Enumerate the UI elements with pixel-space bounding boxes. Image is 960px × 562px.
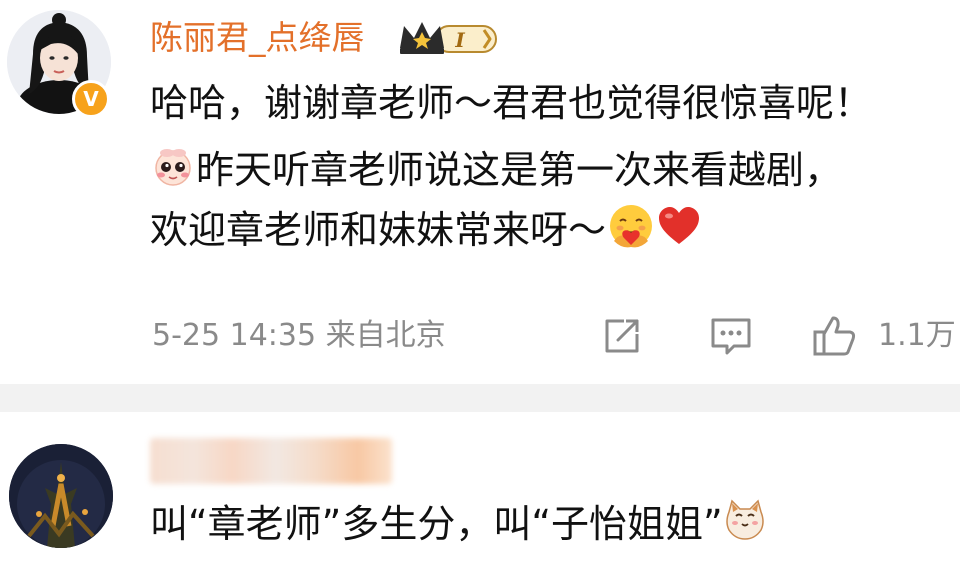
comment-location: 来自北京 <box>325 318 446 353</box>
shy-emoji-icon <box>150 143 196 202</box>
comment-text: 欢迎章老师和妹妹常来呀～ <box>150 208 607 252</box>
share-button[interactable] <box>598 312 646 360</box>
comment-time: 5-25 14:35 <box>152 318 317 353</box>
avatar[interactable] <box>9 444 113 548</box>
comment-divider <box>0 384 960 412</box>
cat-emoji-icon <box>723 498 767 555</box>
comment-meta: 5-25 14:35 来自北京 <box>152 314 446 358</box>
comment-text: 叫“章老师”多生分，叫“子怡姐姐” <box>150 502 723 546</box>
comment-text-line-3: 欢迎章老师和妹妹常来呀～ <box>150 201 702 264</box>
comment-icon <box>711 318 751 355</box>
thumbs-up-icon <box>813 316 856 356</box>
heart-icon <box>656 203 702 262</box>
comment-text-line: 叫“章老师”多生分，叫“子怡姐姐” <box>150 498 767 555</box>
hug-emoji-icon <box>606 201 656 264</box>
reply-button[interactable] <box>706 312 756 360</box>
badge-level: I <box>454 28 465 52</box>
comment-text-line: 哈哈，谢谢章老师～君君也觉得很惊喜呢！ <box>150 81 873 125</box>
comment-username[interactable]: 陈丽君_点绛唇 <box>150 16 365 60</box>
like-button[interactable] <box>810 312 860 360</box>
blurred-username[interactable] <box>150 438 392 484</box>
member-level-badge[interactable]: I <box>398 18 502 58</box>
crown-icon <box>400 22 444 54</box>
comment-text-line-2: 昨天听章老师说这是第一次来看越剧， <box>150 143 842 202</box>
comment-text: 昨天听章老师说这是第一次来看越剧， <box>196 148 843 192</box>
verified-badge: V <box>72 80 110 118</box>
like-count: 1.1万 <box>878 318 956 353</box>
share-icon <box>605 319 639 353</box>
